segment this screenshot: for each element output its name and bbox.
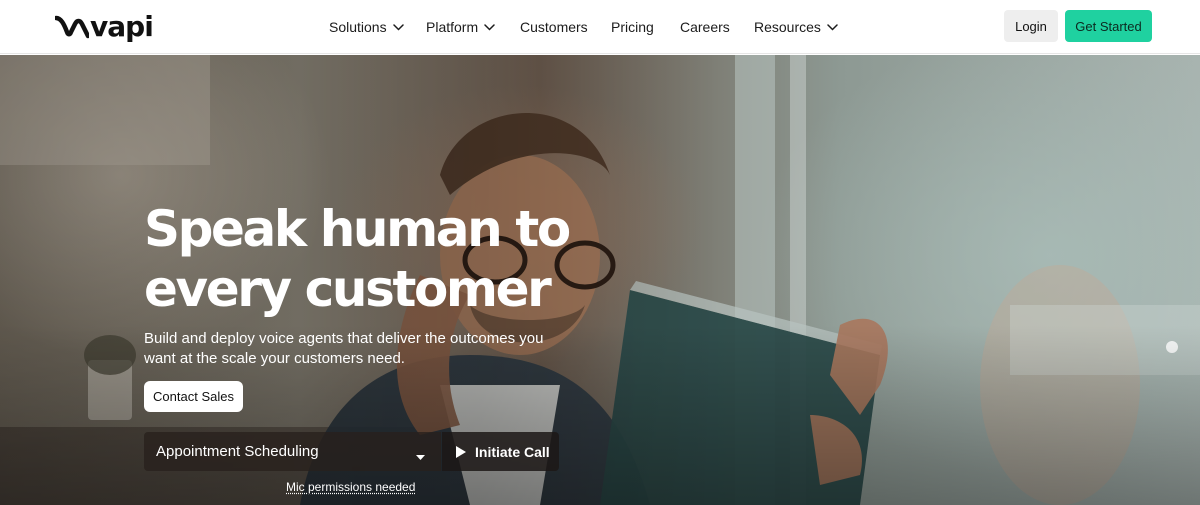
contact-sales-button[interactable]: Contact Sales [144,381,243,412]
caret-down-icon [416,448,425,466]
nav-resources-label: Resources [754,19,821,35]
nav-solutions-label: Solutions [329,19,387,35]
nav-platform-label: Platform [426,19,479,35]
chevron-down-icon [392,23,404,31]
chevron-down-icon [484,23,495,31]
nav-customers-label: Customers [520,19,588,35]
nav-customers[interactable]: Customers [520,17,588,37]
nav-careers-label: Careers [680,19,730,35]
initiate-call-button[interactable]: Initiate Call [442,432,559,471]
chevron-down-icon [827,23,838,31]
mic-permissions-link[interactable]: Mic permissions needed [286,480,415,494]
play-icon [456,445,466,458]
hero-headline: Speak human to every customer [144,200,571,318]
nav-resources[interactable]: Resources [754,17,838,37]
site-header: vapi Solutions Platform Customers Pricin… [0,0,1200,54]
demo-scenario-value: Appointment Scheduling [156,443,319,460]
nav-solutions[interactable]: Solutions [329,17,404,37]
get-started-button[interactable]: Get Started [1065,10,1152,42]
hero-section: Speak human to every customer Build and … [0,55,1200,505]
nav-careers[interactable]: Careers [680,17,730,37]
hero-subtitle: Build and deploy voice agents that deliv… [144,330,544,367]
nav-platform[interactable]: Platform [426,17,495,37]
nav-pricing[interactable]: Pricing [611,17,654,37]
login-button[interactable]: Login [1004,10,1058,42]
nav-pricing-label: Pricing [611,19,654,35]
initiate-call-label: Initiate Call [475,443,550,460]
demo-scenario-select[interactable]: Appointment Scheduling [144,432,441,471]
